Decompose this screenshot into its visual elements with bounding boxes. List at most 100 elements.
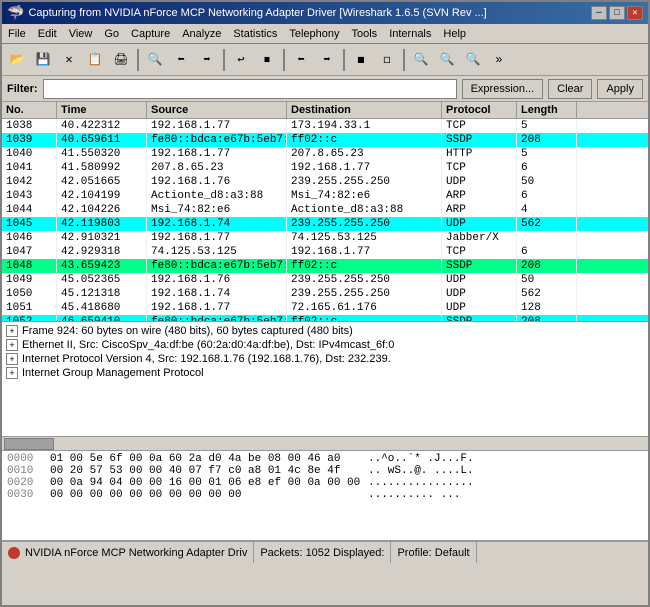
zoom-out-icon[interactable]: 🔍	[435, 48, 459, 72]
toolbar: 📂💾✕📋🖨🔍⬅➡↩⏹⬅➡◼◻🔍🔍🔍»	[2, 44, 648, 76]
reload-icon[interactable]: ↩	[229, 48, 253, 72]
menu-item-internals[interactable]: Internals	[383, 27, 437, 41]
table-row[interactable]: 104242.051665192.168.1.76239.255.255.250…	[2, 175, 648, 189]
table-row[interactable]: 104442.104226Msi_74:82:e6Actionte_d8:a3:…	[2, 203, 648, 217]
sep1	[137, 49, 139, 71]
stop-icon[interactable]: ⏹	[255, 48, 279, 72]
zoom-in-icon[interactable]: 🔍	[409, 48, 433, 72]
close-capture-icon[interactable]: ✕	[57, 48, 81, 72]
detail-row[interactable]: +Internet Protocol Version 4, Src: 192.1…	[2, 352, 648, 366]
pkt-cell-length: 208	[517, 315, 577, 322]
hex-ascii: .......... ...	[368, 489, 460, 501]
menu-item-go[interactable]: Go	[98, 27, 125, 41]
table-row[interactable]: 103840.422312192.168.1.77173.194.33.1TCP…	[2, 119, 648, 133]
filter-input[interactable]	[43, 79, 457, 99]
horizontal-scrollbar[interactable]	[2, 437, 648, 451]
back-icon[interactable]: ⬅	[169, 48, 193, 72]
pkt-cell-destination: ff02::c	[287, 259, 442, 273]
pkt-cell-time: 45.418680	[57, 301, 147, 315]
table-row[interactable]: 104843.659423fe80::bdca:e67b:5eb7:ff02::…	[2, 259, 648, 273]
expand-icon[interactable]: +	[6, 353, 18, 365]
detail-text: Frame 924: 60 bytes on wire (480 bits), …	[22, 325, 353, 337]
expand-icon[interactable]: +	[6, 325, 18, 337]
header-length[interactable]: Length	[517, 102, 577, 118]
table-row[interactable]: 105246.659410fe80::bdca:e67b:5eb7:ff02::…	[2, 315, 648, 322]
hex-offset: 0030	[7, 489, 42, 501]
find-icon[interactable]: 🔍	[143, 48, 167, 72]
table-row[interactable]: 105145.418680192.168.1.7772.165.61.176UD…	[2, 301, 648, 315]
h-scroll-thumb[interactable]	[4, 438, 54, 450]
menu-item-file[interactable]: File	[2, 27, 32, 41]
pkt-cell-no: 1047	[2, 245, 57, 259]
more-icon[interactable]: »	[487, 48, 511, 72]
menu-item-help[interactable]: Help	[437, 27, 472, 41]
maximize-button[interactable]: □	[609, 6, 625, 20]
clear-button[interactable]: Clear	[548, 79, 592, 99]
table-row[interactable]: 103940.659611fe80::bdca:e67b:5eb7:ff02::…	[2, 133, 648, 147]
pkt-cell-source: Actionte_d8:a3:88	[147, 189, 287, 203]
colorize2-icon[interactable]: ◻	[375, 48, 399, 72]
menu-item-edit[interactable]: Edit	[32, 27, 63, 41]
pkt-cell-source: 192.168.1.77	[147, 147, 287, 161]
table-row[interactable]: 104542.119803192.168.1.74239.255.255.250…	[2, 217, 648, 231]
pkt-cell-source: 74.125.53.125	[147, 245, 287, 259]
open-icon[interactable]: 📂	[5, 48, 29, 72]
table-row[interactable]: 105045.121318192.168.1.74239.255.255.250…	[2, 287, 648, 301]
colorize1-icon[interactable]: ◼	[349, 48, 373, 72]
scroll-back-icon[interactable]: ⬅	[289, 48, 313, 72]
properties-icon[interactable]: 📋	[83, 48, 107, 72]
table-row[interactable]: 104141.580992207.8.65.23192.168.1.77TCP6	[2, 161, 648, 175]
detail-row[interactable]: +Ethernet II, Src: CiscoSpv_4a:df:be (60…	[2, 338, 648, 352]
detail-row[interactable]: +Internet Group Management Protocol	[2, 366, 648, 380]
table-row[interactable]: 104041.550320192.168.1.77207.8.65.23HTTP…	[2, 147, 648, 161]
recording-indicator	[8, 547, 20, 559]
filter-bar: Filter: Expression... Clear Apply	[2, 76, 648, 102]
detail-row[interactable]: + Frame 924: 60 bytes on wire (480 bits),…	[2, 324, 648, 338]
table-row[interactable]: 104342.104199Actionte_d8:a3:88Msi_74:82:…	[2, 189, 648, 203]
menu-item-analyze[interactable]: Analyze	[176, 27, 227, 41]
header-time[interactable]: Time	[57, 102, 147, 118]
menu-item-telephony[interactable]: Telephony	[283, 27, 345, 41]
header-protocol[interactable]: Protocol	[442, 102, 517, 118]
expression-button[interactable]: Expression...	[462, 79, 544, 99]
status-bar: NVIDIA nForce MCP Networking Adapter Dri…	[2, 541, 648, 563]
pkt-cell-length: 50	[517, 273, 577, 287]
pkt-cell-source: 192.168.1.74	[147, 217, 287, 231]
pkt-cell-destination: 239.255.255.250	[287, 175, 442, 189]
table-row[interactable]: 104642.910321192.168.1.7774.125.53.125Ja…	[2, 231, 648, 245]
header-source[interactable]: Source	[147, 102, 287, 118]
table-row[interactable]: 104742.92931874.125.53.125192.168.1.77TC…	[2, 245, 648, 259]
apply-button[interactable]: Apply	[597, 79, 643, 99]
header-no[interactable]: No.	[2, 102, 57, 118]
packet-list-header: No.TimeSourceDestinationProtocolLength	[2, 102, 648, 119]
expand-icon[interactable]: +	[6, 367, 18, 379]
pkt-cell-no: 1050	[2, 287, 57, 301]
zoom-fit-icon[interactable]: 🔍	[461, 48, 485, 72]
pkt-cell-source: 192.168.1.77	[147, 119, 287, 133]
packet-list[interactable]: No.TimeSourceDestinationProtocolLength 1…	[2, 102, 648, 322]
pkt-cell-source: 192.168.1.77	[147, 231, 287, 245]
pkt-cell-time: 46.659410	[57, 315, 147, 322]
expand-icon[interactable]: +	[6, 339, 18, 351]
menu-item-tools[interactable]: Tools	[346, 27, 384, 41]
forward-icon[interactable]: ➡	[195, 48, 219, 72]
detail-panel[interactable]: + Frame 924: 60 bytes on wire (480 bits),…	[2, 322, 648, 437]
pkt-cell-protocol: Jabber/X	[442, 231, 517, 245]
pkt-cell-no: 1051	[2, 301, 57, 315]
scroll-forward-icon[interactable]: ➡	[315, 48, 339, 72]
pkt-cell-source: 192.168.1.76	[147, 273, 287, 287]
menu-item-statistics[interactable]: Statistics	[227, 27, 283, 41]
menu-item-capture[interactable]: Capture	[125, 27, 176, 41]
save-icon[interactable]: 💾	[31, 48, 55, 72]
pkt-cell-protocol: TCP	[442, 119, 517, 133]
pkt-cell-protocol: SSDP	[442, 315, 517, 322]
print-icon[interactable]: 🖨	[109, 48, 133, 72]
hex-offset: 0020	[7, 477, 42, 489]
header-destination[interactable]: Destination	[287, 102, 442, 118]
close-button[interactable]: ✕	[627, 6, 643, 20]
minimize-button[interactable]: ─	[591, 6, 607, 20]
table-row[interactable]: 104945.052365192.168.1.76239.255.255.250…	[2, 273, 648, 287]
hex-line: 000001 00 5e 6f 00 0a 60 2a d0 4a be 08 …	[7, 453, 643, 465]
menu-item-view[interactable]: View	[63, 27, 99, 41]
pkt-cell-length: 6	[517, 161, 577, 175]
